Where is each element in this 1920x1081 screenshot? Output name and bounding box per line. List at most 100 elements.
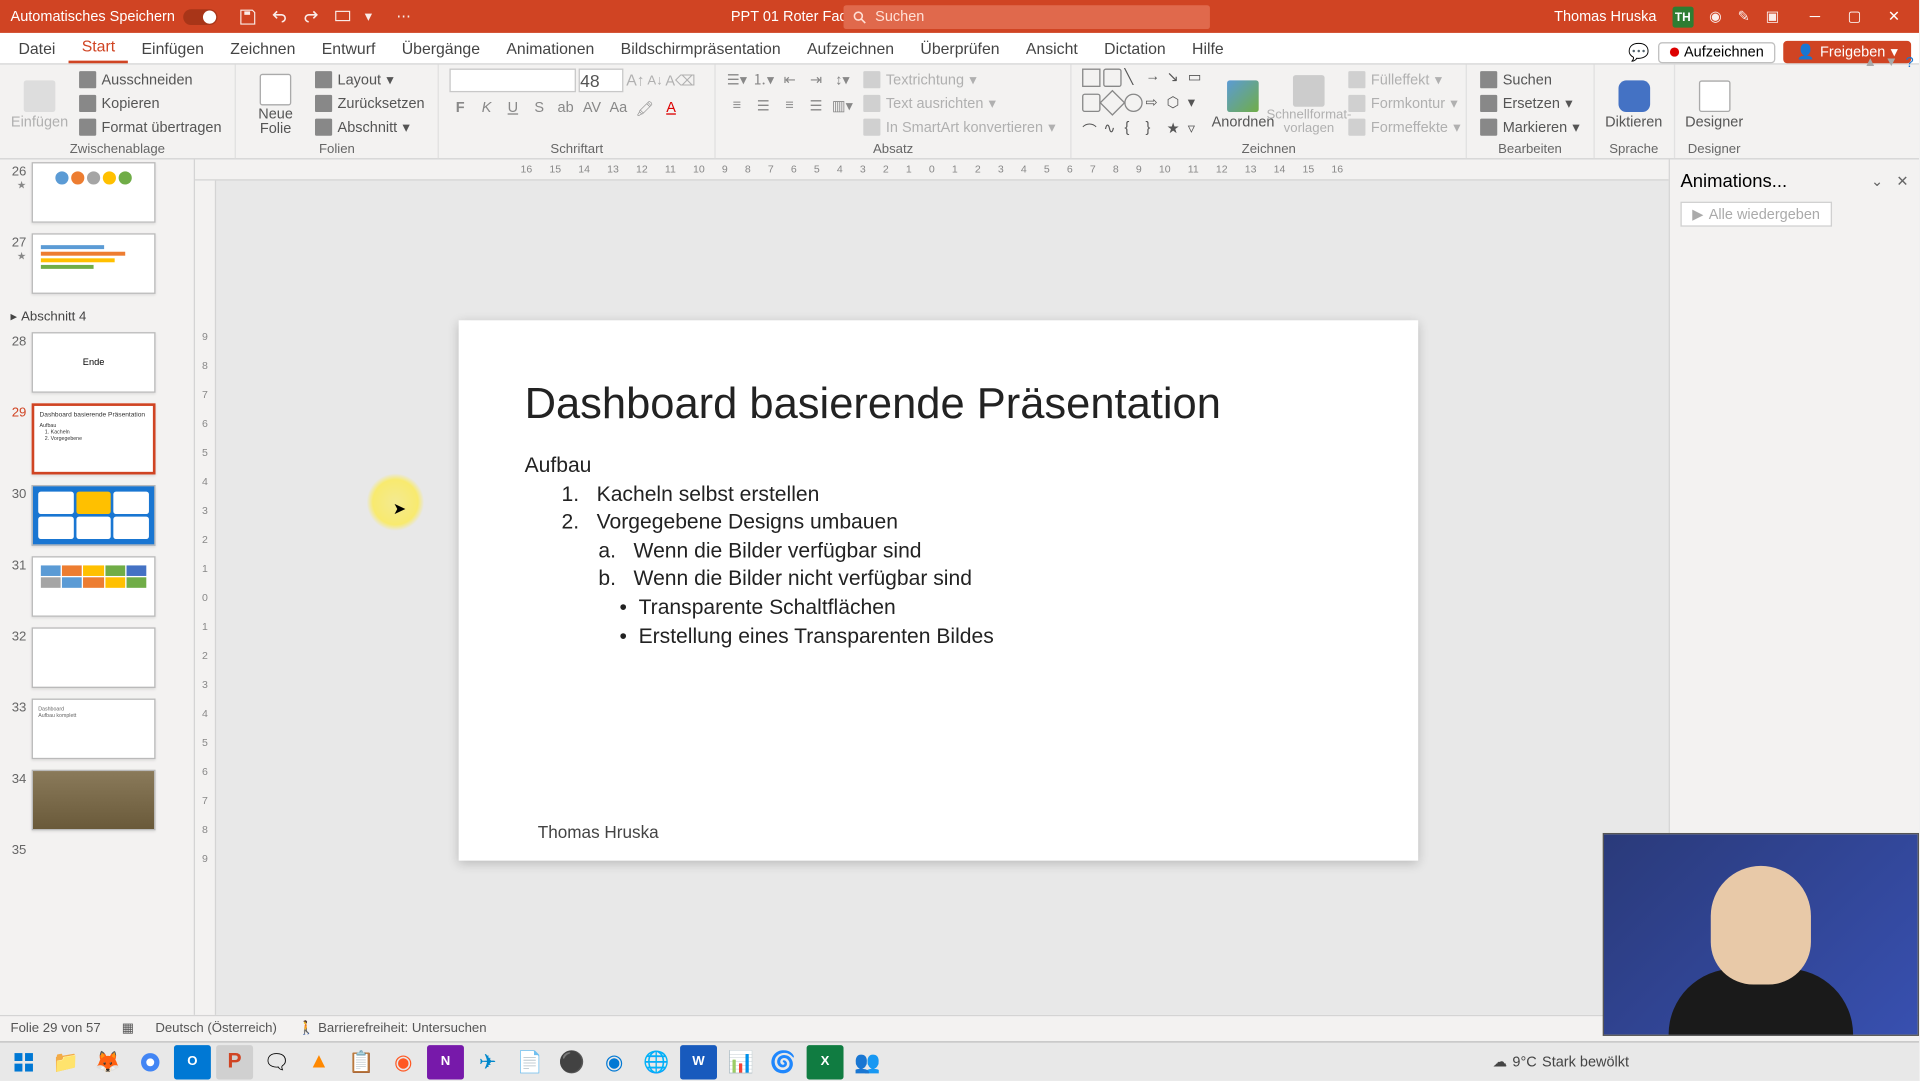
format-painter-button[interactable]: Format übertragen: [76, 116, 224, 138]
autosave-toggle[interactable]: Automatisches Speichern: [0, 9, 228, 25]
excel-icon[interactable]: X: [807, 1045, 844, 1079]
slide-body[interactable]: Aufbau 1. Kacheln selbst erstellen 2. Vo…: [525, 452, 1353, 651]
slide-thumbnails-panel[interactable]: 26★ 27★ ▸Abschnitt 4 28Ende 29Dashboard …: [0, 159, 195, 1014]
highlight-icon[interactable]: 🖍: [634, 98, 655, 119]
tab-datei[interactable]: Datei: [5, 36, 68, 64]
tab-zeichnen[interactable]: Zeichnen: [217, 36, 308, 64]
slide-thumb-27[interactable]: [32, 233, 156, 294]
quick-styles-button[interactable]: Schnellformat- vorlagen: [1280, 69, 1338, 143]
obs-icon[interactable]: ⚫: [554, 1045, 591, 1079]
search-box[interactable]: [844, 5, 1210, 29]
new-slide-button[interactable]: Neue Folie: [247, 69, 305, 143]
slide-title[interactable]: Dashboard basierende Präsentation: [525, 378, 1353, 428]
slide-editor[interactable]: Dashboard basierende Präsentation Aufbau…: [459, 320, 1419, 860]
close-button[interactable]: ✕: [1874, 0, 1914, 33]
arrange-button[interactable]: Anordnen: [1214, 69, 1272, 143]
slide-counter[interactable]: Folie 29 von 57: [11, 1021, 101, 1035]
section-4-header[interactable]: ▸Abschnitt 4: [5, 304, 186, 332]
onenote-icon[interactable]: N: [427, 1045, 464, 1079]
redo-icon[interactable]: [301, 7, 319, 25]
align-text-button[interactable]: Text ausrichten ▾: [861, 92, 1058, 114]
accessibility-check[interactable]: Barrierefreiheit: Untersuchen: [318, 1021, 486, 1035]
font-size-combo[interactable]: [579, 69, 624, 93]
columns-icon[interactable]: ▥▾: [832, 95, 853, 116]
slide-thumb-30[interactable]: [32, 485, 156, 546]
slide-thumb-28[interactable]: Ende: [32, 332, 156, 393]
font-color-icon[interactable]: A: [661, 98, 682, 119]
word-icon[interactable]: W: [680, 1045, 717, 1079]
slide-thumb-34[interactable]: [32, 770, 156, 831]
explorer-icon[interactable]: 📁: [47, 1045, 84, 1079]
app-icon-b[interactable]: 📋: [343, 1045, 380, 1079]
tab-start[interactable]: Start: [69, 33, 129, 63]
align-right-icon[interactable]: ≡: [779, 95, 800, 116]
close-pane-icon[interactable]: ✕: [1896, 172, 1908, 189]
layout-button[interactable]: Layout ▾: [313, 69, 428, 91]
effects-button[interactable]: Formeffekte ▾: [1346, 116, 1463, 138]
align-left-icon[interactable]: ≡: [726, 95, 747, 116]
slide-thumb-31[interactable]: [32, 556, 156, 617]
vlc-icon[interactable]: ▲: [301, 1045, 338, 1079]
case-icon[interactable]: Aa: [608, 98, 629, 119]
app-icon-g[interactable]: 📊: [722, 1045, 759, 1079]
powerpoint-icon[interactable]: P: [216, 1045, 253, 1079]
find-button[interactable]: Suchen: [1478, 69, 1583, 91]
app-icon-a[interactable]: 🗨: [258, 1045, 295, 1079]
slide-thumb-32[interactable]: [32, 627, 156, 688]
clear-format-icon[interactable]: A⌫: [665, 72, 695, 89]
outdent-icon[interactable]: ⇤: [779, 69, 800, 90]
decrease-font-icon[interactable]: A↓: [647, 73, 662, 87]
more-icon[interactable]: ⋯: [396, 7, 414, 25]
app-icon-2[interactable]: ✎: [1738, 8, 1750, 25]
help-icon[interactable]: ?: [1906, 55, 1914, 71]
collapse-pane-icon[interactable]: ⌄: [1871, 172, 1883, 189]
move-up-icon[interactable]: ▲: [1864, 55, 1877, 71]
firefox-icon[interactable]: 🦊: [90, 1045, 127, 1079]
slide-thumb-26[interactable]: [32, 162, 156, 223]
strike-icon[interactable]: S: [529, 98, 550, 119]
app-icon-e[interactable]: ◉: [596, 1045, 633, 1079]
outlook-icon[interactable]: O: [174, 1045, 211, 1079]
edge-icon[interactable]: 🌀: [764, 1045, 801, 1079]
cut-button[interactable]: Ausschneiden: [76, 69, 224, 91]
align-center-icon[interactable]: ☰: [753, 95, 774, 116]
save-icon[interactable]: [238, 7, 256, 25]
app-icon-d[interactable]: 📄: [511, 1045, 548, 1079]
start-button[interactable]: [5, 1045, 42, 1079]
numbering-icon[interactable]: ⒈▾: [753, 69, 774, 90]
move-down-icon[interactable]: ▼: [1885, 55, 1898, 71]
weather-widget[interactable]: ☁ 9°C Stark bewölkt: [1493, 1053, 1629, 1070]
designer-button[interactable]: Designer: [1685, 69, 1743, 143]
indent-icon[interactable]: ⇥: [805, 69, 826, 90]
record-button[interactable]: Aufzeichnen: [1658, 42, 1776, 63]
font-family-combo[interactable]: [450, 69, 577, 93]
tab-bildschirmpraesentation[interactable]: Bildschirmpräsentation: [607, 36, 793, 64]
underline-icon[interactable]: U: [502, 98, 523, 119]
play-all-button[interactable]: ▶ Alle wiedergeben: [1680, 202, 1831, 227]
toggle-switch-icon[interactable]: [183, 9, 217, 25]
tab-hilfe[interactable]: Hilfe: [1179, 36, 1237, 64]
slide-thumb-33[interactable]: DashboardAufbau komplett: [32, 699, 156, 760]
telegram-icon[interactable]: ✈: [469, 1045, 506, 1079]
tab-ueberpruefen[interactable]: Überprüfen: [907, 36, 1013, 64]
user-avatar-icon[interactable]: TH: [1672, 6, 1693, 27]
paste-button[interactable]: Einfügen: [11, 69, 69, 143]
tab-entwurf[interactable]: Entwurf: [309, 36, 389, 64]
canvas-inner[interactable]: Dashboard basierende Präsentation Aufbau…: [195, 181, 1669, 1015]
present-icon[interactable]: [333, 7, 351, 25]
teams-icon[interactable]: 👥: [849, 1045, 886, 1079]
section-button[interactable]: Abschnitt ▾: [313, 116, 428, 138]
copy-button[interactable]: Kopieren: [76, 92, 224, 114]
app-icon-c[interactable]: ◉: [385, 1045, 422, 1079]
dictate-button[interactable]: Diktieren: [1605, 69, 1663, 143]
select-button[interactable]: Markieren ▾: [1478, 116, 1583, 138]
spacing-icon[interactable]: AV: [581, 98, 602, 119]
justify-icon[interactable]: ☰: [805, 95, 826, 116]
app-icon-1[interactable]: ◉: [1709, 8, 1722, 25]
tab-dictation[interactable]: Dictation: [1091, 36, 1179, 64]
tab-aufzeichnen[interactable]: Aufzeichnen: [794, 36, 907, 64]
tab-ansicht[interactable]: Ansicht: [1013, 36, 1091, 64]
maximize-button[interactable]: ▢: [1835, 0, 1875, 33]
tab-einfuegen[interactable]: Einfügen: [128, 36, 217, 64]
slide-thumb-29[interactable]: Dashboard basierende PräsentationAufbau1…: [32, 403, 156, 474]
